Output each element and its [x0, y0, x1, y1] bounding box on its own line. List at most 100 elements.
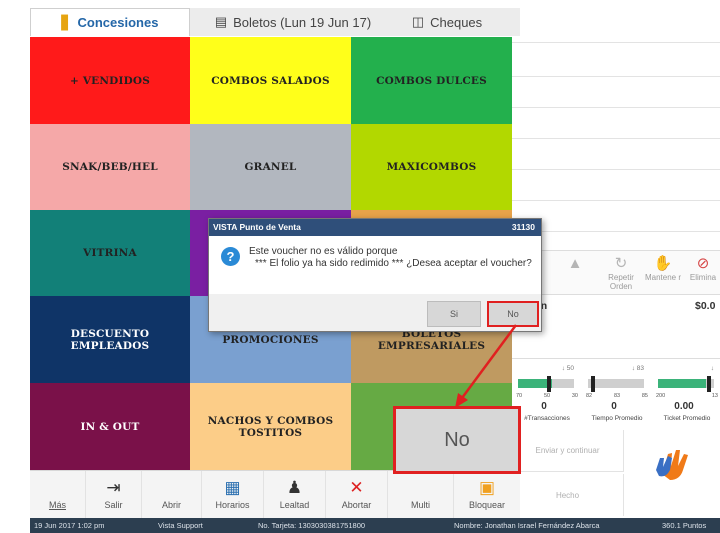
- open-button[interactable]: Abrir: [142, 471, 202, 519]
- tab-boletos[interactable]: ▤ Boletos (Lun 19 Jun 17): [202, 8, 384, 36]
- action-label: Mantene r: [644, 273, 682, 282]
- exit-icon: ⇥: [106, 478, 121, 497]
- category-label: IN & OUT: [80, 420, 140, 433]
- lock-icon: ▣: [478, 478, 496, 497]
- stat-scale-label: 200: [656, 393, 666, 399]
- stat-marker: [707, 376, 712, 392]
- stat-scale: 70 50 30: [516, 393, 578, 399]
- order-summary: orden $0.0: [512, 300, 720, 316]
- toolbar-label: Más: [48, 500, 66, 510]
- stat-target: ↓ 83: [631, 365, 644, 372]
- tab-cheques[interactable]: ◫ Cheques: [392, 8, 502, 36]
- category-tile[interactable]: GRANEL: [190, 124, 351, 210]
- abort-icon: ✕: [349, 478, 364, 497]
- order-line: [512, 200, 720, 201]
- voucher-dialog: VISTA Punto de Venta 31130 ? Este vouche…: [208, 218, 542, 332]
- repeat-order-button[interactable]: ↻ Repetir Orden: [600, 255, 642, 291]
- lock-button[interactable]: ▣ Bloquear: [454, 471, 520, 519]
- stat-value: 0.00: [674, 401, 694, 412]
- tab-label: Cheques: [430, 14, 483, 30]
- order-line: [512, 42, 720, 43]
- repeat-icon: ↻: [614, 255, 628, 272]
- category-tile[interactable]: COMBOS SALADOS: [190, 37, 351, 124]
- order-line: [512, 169, 720, 170]
- dialog-title: VISTA Punto de Venta: [213, 222, 301, 232]
- tab-concesiones[interactable]: ▋ Concesiones: [30, 8, 190, 36]
- delete-button[interactable]: ⊘ Elimina: [682, 255, 720, 282]
- category-tile[interactable]: MAXICOMBOS: [351, 124, 512, 210]
- order-actions: ▲ ↻ Repetir Orden ✋ Mantene r ⊘ Elimina: [512, 250, 720, 295]
- hold-button[interactable]: ✋ Mantene r: [642, 255, 684, 282]
- category-tile[interactable]: SNAK/BEB/HEL: [30, 124, 190, 210]
- status-bar: 19 Jun 2017 1:02 pm Vista Support No. Ta…: [30, 518, 720, 533]
- category-label: SNAK/BEB/HEL: [62, 161, 158, 173]
- stat-value: 0: [611, 401, 617, 412]
- category-label: NACHOS Y COMBOS TOSTITOS: [207, 414, 334, 439]
- stat-scale-label: 82: [586, 393, 593, 399]
- category-tile[interactable]: VITRINA: [30, 210, 190, 296]
- stat-value: 0: [541, 401, 547, 412]
- stat-gauge: ↓ 50 70 50 30 0 #Transacciones: [512, 363, 582, 427]
- category-tile[interactable]: NACHOS Y COMBOS TOSTITOS: [190, 383, 351, 470]
- scroll-up-button[interactable]: ▲: [554, 255, 596, 273]
- stat-scale-label: 70: [516, 393, 523, 399]
- category-label: COMBOS SALADOS: [211, 74, 330, 87]
- category-tile[interactable]: + VENDIDOS: [30, 37, 190, 124]
- stat-label: Tiempo Promedio: [591, 415, 643, 422]
- multi-button[interactable]: Multi: [388, 471, 454, 519]
- cup-icon: ▋: [61, 14, 72, 30]
- stat-scale-label: 13: [711, 393, 718, 399]
- order-line: [512, 231, 720, 232]
- toolbar-label: Lealtad: [279, 500, 310, 510]
- status-name: Nombre: Jonathan Israel Fernández Abarca: [454, 521, 600, 530]
- stat-bar: [658, 379, 714, 388]
- zoomed-no-button: No: [393, 406, 521, 474]
- done-button[interactable]: Hecho: [512, 474, 624, 516]
- action-label: Repetir Orden: [608, 273, 634, 291]
- category-tile[interactable]: COMBOS DULCES: [351, 37, 512, 124]
- stat-bar: [588, 379, 644, 388]
- status-card: No. Tarjeta: 1303030381751800: [258, 521, 366, 530]
- loyalty-button[interactable]: ♟ Lealtad: [264, 471, 326, 519]
- toolbar-label: Abrir: [161, 500, 181, 510]
- yes-button[interactable]: Si: [427, 301, 481, 327]
- order-line: [512, 138, 720, 139]
- stat-marker: [590, 376, 595, 392]
- status-support: Vista Support: [158, 521, 203, 530]
- stat-scale-label: 30: [571, 393, 578, 399]
- loyalty-icon: ♟: [286, 478, 303, 497]
- order-line: [512, 107, 720, 108]
- dialog-message: *** El folio ya ha sido redimido *** ¿De…: [255, 258, 532, 269]
- up-icon: ▲: [567, 255, 583, 272]
- category-label: COMBOS DULCES: [376, 74, 487, 87]
- hand-icon: ✋: [653, 255, 673, 272]
- stat-scale: 82 83 85: [586, 393, 648, 399]
- schedule-icon: ▦: [224, 478, 241, 497]
- no-button[interactable]: No: [487, 301, 539, 327]
- stat-label: #Transacciones: [524, 415, 570, 422]
- toolbar-label: Bloquear: [468, 500, 506, 510]
- toolbar-label: Multi: [410, 500, 430, 510]
- send-continue-button[interactable]: Enviar y continuar: [512, 430, 624, 472]
- dialog-titlebar: VISTA Punto de Venta 31130: [209, 219, 541, 236]
- tab-bar: ▋ Concesiones ▤ Boletos (Lun 19 Jun 17) …: [30, 8, 520, 36]
- category-tile[interactable]: IN & OUT: [30, 383, 190, 470]
- category-label: PROMOCIONES: [222, 333, 319, 346]
- status-datetime: 19 Jun 2017 1:02 pm: [34, 521, 105, 530]
- dialog-body: ? Este voucher no es válido porque *** E…: [209, 236, 541, 294]
- toolbar-label: Horarios: [215, 500, 250, 510]
- category-label: GRANEL: [244, 161, 297, 173]
- category-tile[interactable]: DESCUENTO EMPLEADOS: [30, 296, 190, 383]
- dialog-message: Este voucher no es válido porque: [249, 246, 398, 257]
- stat-scale-label: 85: [641, 393, 648, 399]
- abort-button[interactable]: ✕ Abortar: [326, 471, 388, 519]
- exit-button[interactable]: ⇥ Salir: [86, 471, 142, 519]
- category-label: MAXICOMBOS: [386, 161, 477, 173]
- toolbar-label: Abortar: [341, 500, 372, 510]
- schedule-button[interactable]: ▦ Horarios: [202, 471, 264, 519]
- order-total: $0.0: [695, 300, 716, 312]
- more-button[interactable]: Más: [30, 471, 86, 519]
- stat-gauge: ↓ 83 82 83 85 0 Tiempo Promedio: [582, 363, 652, 427]
